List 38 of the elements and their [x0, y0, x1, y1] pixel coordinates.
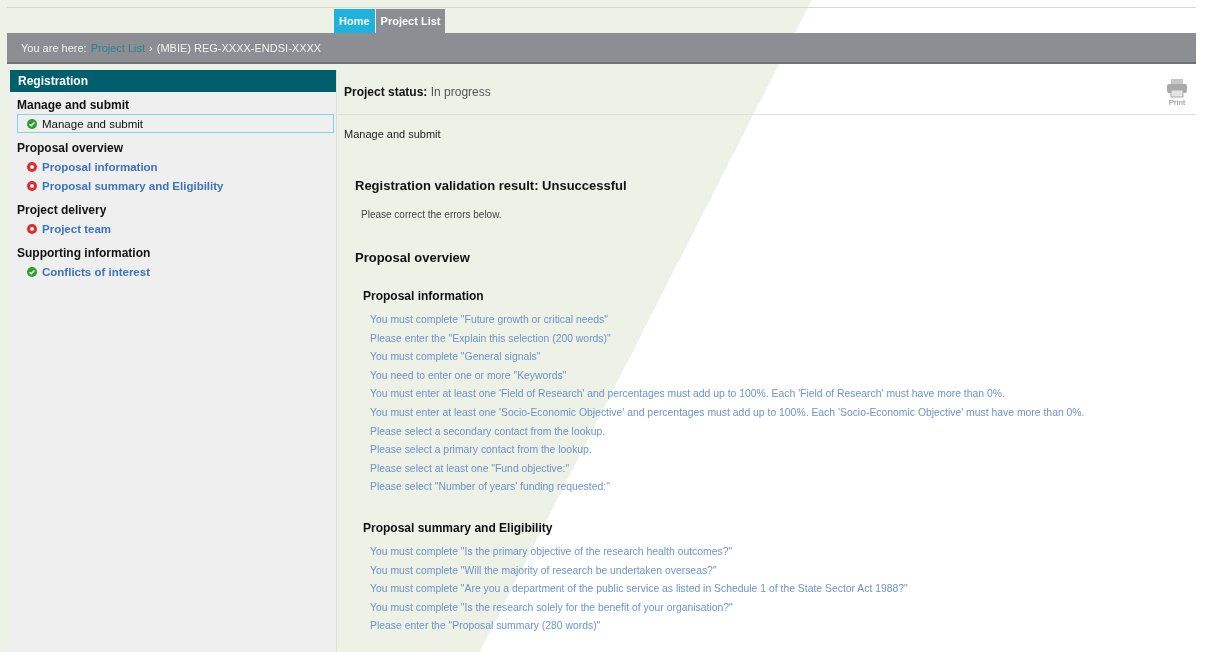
validation-message: Please correct the errors below.: [360, 208, 503, 220]
sidebar-title: Registration: [10, 70, 336, 92]
section-heading: Proposal overview: [355, 250, 471, 265]
error-link[interactable]: You must complete "Is the research solely for the benefit of your organisation?": [355, 598, 1196, 618]
sidebar-item[interactable]: Proposal summary and Eligibility: [17, 176, 334, 195]
error-link[interactable]: Please select at least one "Fund objective:": [355, 459, 1196, 479]
sidebar-item[interactable]: Project team: [17, 219, 334, 238]
error-link[interactable]: You must complete "Is the primary objective of the research health outcomes?": [355, 542, 1196, 562]
error-link[interactable]: You must enter at least one 'Socio-Economic Objective' and percentages must add up to 100%. Each 'Socio-Economic Objective' must have more than 0%.: [355, 403, 1196, 423]
sidebar-item[interactable]: Manage and submit: [17, 114, 334, 133]
subsection-heading: Proposal summary and Eligibility: [363, 520, 554, 535]
nav-tab[interactable]: Home: [334, 9, 375, 33]
sidebar-item[interactable]: Conflicts of interest: [17, 262, 334, 281]
sidebar-heading: Proposal overview: [17, 141, 125, 155]
error-link[interactable]: You need to enter one or more "Keywords": [355, 366, 1196, 386]
error-link[interactable]: Please select a secondary contact from the lookup.: [355, 422, 1196, 442]
breadcrumb-label: You are here:: [21, 41, 87, 54]
error-link[interactable]: Please enter the "Explain this selection (200 words)": [355, 329, 1196, 349]
error-link[interactable]: Please select a primary contact from the lookup.: [355, 441, 1196, 460]
error-link[interactable]: Please select "Number of years' funding requested:": [355, 478, 1196, 497]
page-title: Manage and submit: [343, 127, 442, 140]
nav-tab[interactable]: Project List: [375, 9, 446, 33]
error-link[interactable]: You must enter at least one 'Field of Research' and percentages must add up to 100%. Each 'Field of Research' must have more than 0%.: [355, 385, 1196, 404]
validation-heading: Registration validation result: Unsuccessful: [355, 178, 628, 193]
error-link[interactable]: You must complete "Are you a department of the public service as listed in Schedule 1 of the State Sector Act 1988?": [355, 580, 1196, 599]
breadcrumb-current: (MBIE) REG-XXXX-ENDSI-XXXX: [156, 41, 322, 54]
breadcrumb-separator: ›: [149, 41, 153, 54]
print-button[interactable]: Print: [1166, 77, 1188, 107]
sidebar-item[interactable]: Proposal information: [17, 157, 334, 176]
error-link[interactable]: Please enter the "Proposal summary (280 words)": [355, 617, 1196, 636]
error-link[interactable]: You must complete "Future growth or critical needs": [355, 311, 1196, 330]
sidebar-heading: Manage and submit: [17, 98, 130, 112]
sidebar-heading: Project delivery: [17, 203, 108, 217]
error-link[interactable]: You must complete "Will the majority of research be undertaken overseas?": [355, 561, 1196, 581]
subsection-heading: Proposal information: [363, 289, 485, 303]
sidebar-heading: Supporting information: [17, 246, 152, 260]
project-status: Project status: In progress: [344, 85, 491, 99]
error-link[interactable]: You must complete "General signals": [355, 348, 1196, 367]
